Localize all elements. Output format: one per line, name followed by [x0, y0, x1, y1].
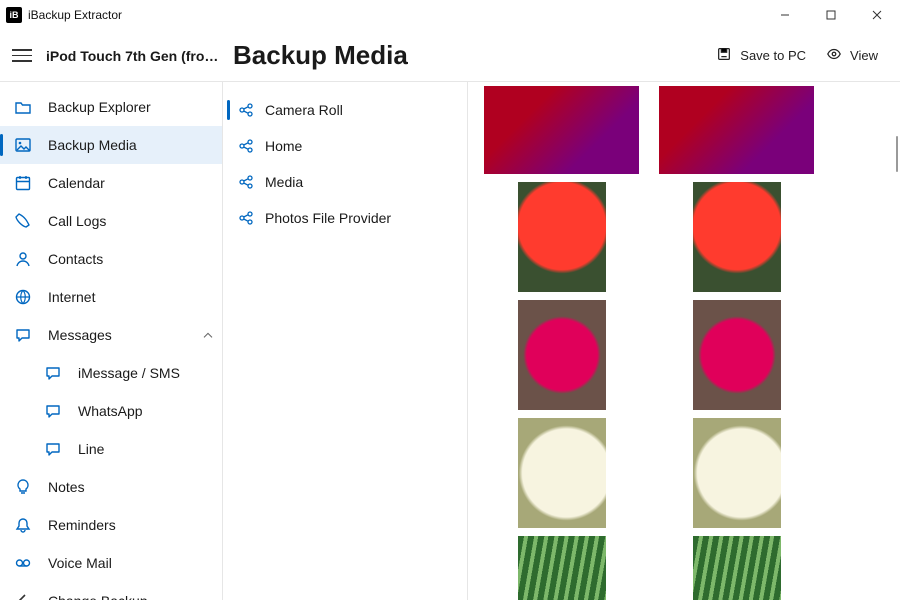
- share-icon: [237, 137, 255, 155]
- sidebar-item-voice-mail[interactable]: Voice Mail: [0, 544, 222, 582]
- app-title: iBackup Extractor: [28, 8, 122, 22]
- album-label: Home: [265, 138, 302, 154]
- header-bar: iPod Touch 7th Gen (from To… Backup Medi…: [0, 30, 900, 82]
- album-item-photos-file-provider[interactable]: Photos File Provider: [223, 200, 467, 236]
- hamburger-menu-button[interactable]: [12, 46, 32, 66]
- sidebar-item-messages[interactable]: Messages: [0, 316, 222, 354]
- sidebar-item-calendar[interactable]: Calendar: [0, 164, 222, 202]
- calendar-icon: [14, 174, 32, 192]
- sidebar-item-label: Calendar: [48, 175, 214, 191]
- share-icon: [237, 101, 255, 119]
- sidebar-nav: Backup Explorer Backup Media Calendar Call …: [0, 82, 223, 600]
- device-title[interactable]: iPod Touch 7th Gen (from To…: [46, 48, 221, 64]
- scrollbar-thumb[interactable]: [896, 136, 898, 172]
- sidebar-item-label: Messages: [48, 327, 202, 343]
- voicemail-icon: [14, 554, 32, 572]
- share-icon: [237, 173, 255, 191]
- folder-icon: [14, 98, 32, 116]
- media-grid-panel[interactable]: [468, 82, 900, 600]
- album-item-camera-roll[interactable]: Camera Roll: [223, 92, 467, 128]
- person-icon: [14, 250, 32, 268]
- media-thumbnail[interactable]: [518, 536, 606, 600]
- media-thumbnail[interactable]: [693, 536, 781, 600]
- sidebar-item-label: Change Backup: [48, 593, 214, 600]
- media-thumbnail[interactable]: [659, 86, 814, 174]
- sidebar-item-imessage-sms[interactable]: iMessage / SMS: [0, 354, 222, 392]
- media-thumbnail[interactable]: [518, 300, 606, 410]
- bell-icon: [14, 516, 32, 534]
- chat-icon: [44, 402, 62, 420]
- sidebar-item-label: Notes: [48, 479, 214, 495]
- window-maximize-button[interactable]: [808, 0, 854, 30]
- save-icon: [716, 46, 732, 65]
- page-title: Backup Media: [233, 40, 408, 71]
- sidebar-item-notes[interactable]: Notes: [0, 468, 222, 506]
- sidebar-item-label: Backup Explorer: [48, 99, 214, 115]
- media-thumbnail[interactable]: [693, 418, 781, 528]
- sidebar-item-call-logs[interactable]: Call Logs: [0, 202, 222, 240]
- media-thumbnail[interactable]: [693, 182, 781, 292]
- album-item-home[interactable]: Home: [223, 128, 467, 164]
- globe-icon: [14, 288, 32, 306]
- media-thumbnail[interactable]: [484, 86, 639, 174]
- sidebar-item-label: Contacts: [48, 251, 214, 267]
- sidebar-item-label: Call Logs: [48, 213, 214, 229]
- share-icon: [237, 209, 255, 227]
- sidebar-item-label: Backup Media: [48, 137, 214, 153]
- sidebar-item-backup-media[interactable]: Backup Media: [0, 126, 222, 164]
- media-thumbnail[interactable]: [518, 418, 606, 528]
- sidebar-item-label: Internet: [48, 289, 214, 305]
- lightbulb-icon: [14, 478, 32, 496]
- view-button[interactable]: View: [816, 42, 888, 69]
- save-label: Save to PC: [740, 48, 806, 63]
- chevron-up-icon: [202, 329, 214, 341]
- sidebar-item-internet[interactable]: Internet: [0, 278, 222, 316]
- media-thumbnail[interactable]: [693, 300, 781, 410]
- sidebar-item-reminders[interactable]: Reminders: [0, 506, 222, 544]
- sidebar-item-label: iMessage / SMS: [78, 365, 214, 381]
- back-icon: [14, 592, 32, 600]
- sidebar-item-contacts[interactable]: Contacts: [0, 240, 222, 278]
- sidebar-item-backup-explorer[interactable]: Backup Explorer: [0, 88, 222, 126]
- sidebar-item-label: WhatsApp: [78, 403, 214, 419]
- sidebar-item-line[interactable]: Line: [0, 430, 222, 468]
- window-close-button[interactable]: [854, 0, 900, 30]
- phone-icon: [14, 212, 32, 230]
- chat-icon: [14, 326, 32, 344]
- save-to-pc-button[interactable]: Save to PC: [706, 42, 816, 69]
- sidebar-item-whatsapp[interactable]: WhatsApp: [0, 392, 222, 430]
- window-titlebar: iB iBackup Extractor: [0, 0, 900, 30]
- image-icon: [14, 136, 32, 154]
- album-list: Camera Roll Home Media Photos File Provider: [223, 82, 468, 600]
- chat-icon: [44, 364, 62, 382]
- app-icon: iB: [6, 7, 22, 23]
- view-label: View: [850, 48, 878, 63]
- chat-icon: [44, 440, 62, 458]
- album-label: Media: [265, 174, 303, 190]
- sidebar-item-label: Line: [78, 441, 214, 457]
- media-thumbnail[interactable]: [518, 182, 606, 292]
- sidebar-item-label: Voice Mail: [48, 555, 214, 571]
- album-label: Camera Roll: [265, 102, 343, 118]
- eye-icon: [826, 46, 842, 65]
- window-minimize-button[interactable]: [762, 0, 808, 30]
- sidebar-item-change-backup[interactable]: Change Backup: [0, 582, 222, 600]
- sidebar-item-label: Reminders: [48, 517, 214, 533]
- album-item-media[interactable]: Media: [223, 164, 467, 200]
- album-label: Photos File Provider: [265, 210, 391, 226]
